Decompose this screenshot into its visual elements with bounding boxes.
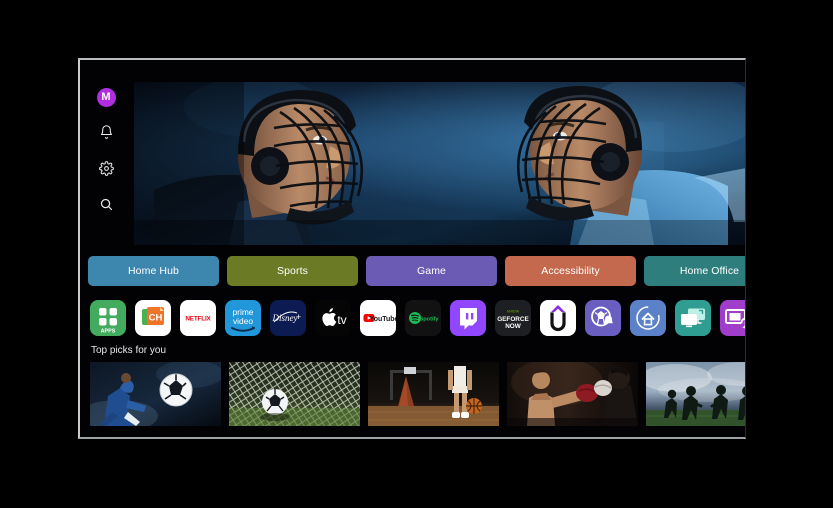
app-tile-apps-grid[interactable]: APPS xyxy=(90,300,126,336)
search-icon[interactable] xyxy=(95,193,117,215)
pick-basketball[interactable] xyxy=(368,362,499,426)
pick-soccer-kick[interactable] xyxy=(90,362,221,426)
app-tile-ch[interactable]: CH xyxy=(135,300,171,336)
tab-accessibility[interactable]: Accessibility xyxy=(505,256,636,286)
tab-label: Home Office xyxy=(679,265,740,277)
app-tile-netflix[interactable]: NETFLIX xyxy=(180,300,216,336)
tab-label: Home Hub xyxy=(128,265,179,277)
svg-text:Disney: Disney xyxy=(272,313,298,323)
tab-sports[interactable]: Sports xyxy=(227,256,358,286)
svg-text:+: + xyxy=(296,312,301,322)
app-tile-youtube[interactable]: YouTube xyxy=(360,300,396,336)
app-row: APPS CH NETFLIX prime video Disney + tv … xyxy=(90,300,745,336)
tab-label: Accessibility xyxy=(541,265,600,277)
app-tile-apple-tv[interactable]: tv xyxy=(315,300,351,336)
pick-football[interactable] xyxy=(646,362,745,426)
svg-text:video: video xyxy=(233,316,253,326)
svg-text:NETFLIX: NETFLIX xyxy=(185,316,211,323)
app-tile-multi-view[interactable] xyxy=(720,300,745,336)
svg-text:NOW: NOW xyxy=(505,323,522,330)
tab-home-office[interactable]: Home Office xyxy=(644,256,745,286)
app-tile-u[interactable] xyxy=(540,300,576,336)
app-tile-spotify[interactable]: Spotify xyxy=(405,300,441,336)
app-tile-sports-alerts[interactable] xyxy=(585,300,621,336)
sidebar: M xyxy=(80,60,132,278)
tv-screen: M Home Hub Sports Game Accessibility Hom… xyxy=(80,60,745,437)
pick-boxing[interactable] xyxy=(507,362,638,426)
top-picks-row xyxy=(90,362,745,426)
svg-text:Spotify: Spotify xyxy=(420,317,440,323)
page-title: Top picks for you xyxy=(91,345,167,356)
app-tile-smartthings[interactable] xyxy=(630,300,666,336)
svg-text:APPS: APPS xyxy=(101,329,116,335)
app-tile-prime-video[interactable]: prime video xyxy=(225,300,261,336)
app-tile-screen-share[interactable] xyxy=(675,300,711,336)
svg-text:CH: CH xyxy=(149,313,163,324)
svg-text:YouTube: YouTube xyxy=(370,316,396,323)
gear-icon[interactable] xyxy=(95,157,117,179)
tv-device: M Home Hub Sports Game Accessibility Hom… xyxy=(78,58,746,439)
bell-icon[interactable] xyxy=(95,121,117,143)
profile-avatar[interactable]: M xyxy=(96,88,116,107)
app-tile-twitch[interactable] xyxy=(450,300,486,336)
tab-label: Sports xyxy=(277,265,308,277)
app-tile-geforce-now[interactable]: NVIDIA GEFORCE NOW xyxy=(495,300,531,336)
tab-game[interactable]: Game xyxy=(366,256,497,286)
svg-text:GEFORCE: GEFORCE xyxy=(497,316,529,323)
app-tile-disney-plus[interactable]: Disney + xyxy=(270,300,306,336)
pick-soccer-goal[interactable] xyxy=(229,362,360,426)
hero-banner[interactable] xyxy=(134,82,745,245)
tab-label: Game xyxy=(417,265,446,277)
svg-text:tv: tv xyxy=(337,313,346,327)
svg-text:NVIDIA: NVIDIA xyxy=(507,310,520,314)
category-tabs: Home Hub Sports Game Accessibility Home … xyxy=(88,256,745,286)
